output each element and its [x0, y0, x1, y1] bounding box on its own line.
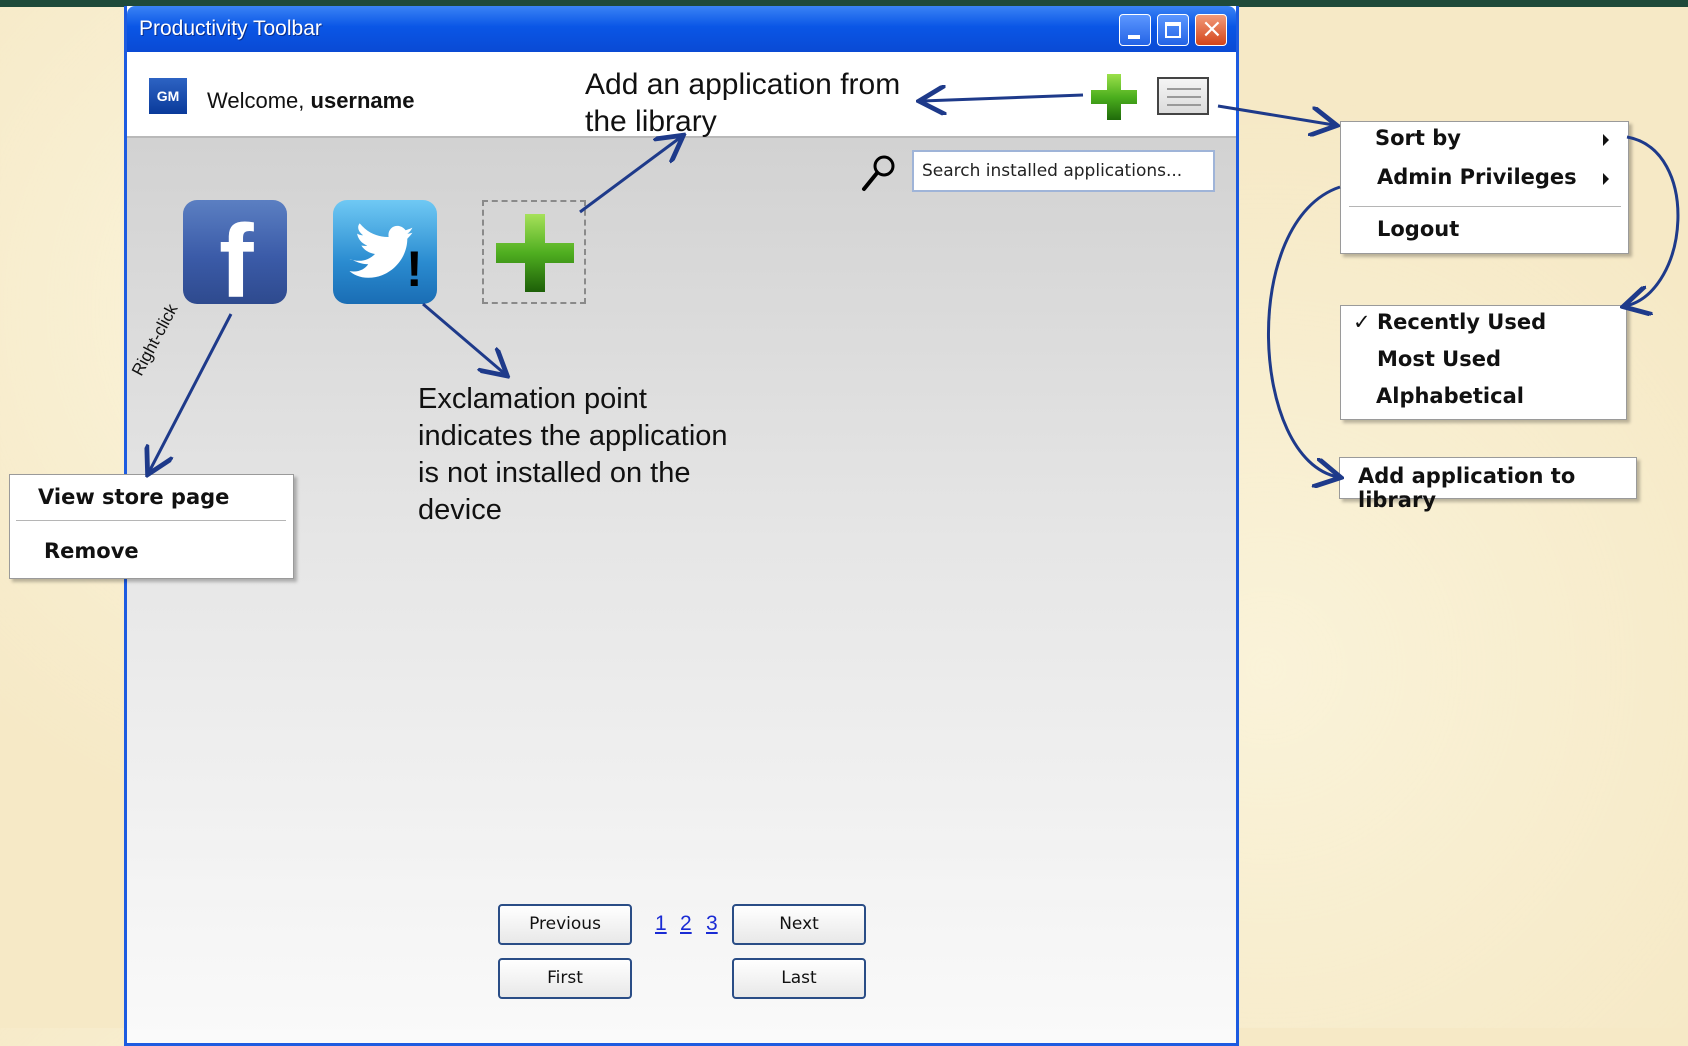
add-application-to-library-item[interactable]: Add application to library [1358, 464, 1636, 512]
facebook-app-icon[interactable]: f [183, 200, 287, 304]
menu-line-icon [1167, 88, 1201, 90]
hamburger-menu-button[interactable] [1157, 77, 1209, 115]
recently-used-item[interactable]: Recently Used [1377, 310, 1546, 334]
title-bar[interactable]: Productivity Toolbar × [127, 6, 1236, 52]
close-icon: × [1201, 14, 1223, 44]
menu-line-icon [1167, 96, 1201, 98]
sort-submenu: ✓ Recently Used Most Used Alphabetical [1340, 305, 1627, 420]
annotation-line: Add an application from [585, 68, 901, 101]
username: username [310, 88, 415, 113]
welcome-prefix: Welcome, [207, 88, 311, 113]
checkmark-icon: ✓ [1353, 310, 1371, 334]
admin-submenu: Add application to library [1339, 457, 1637, 512]
submenu-arrow-icon [1603, 134, 1609, 146]
search-icon[interactable] [859, 153, 899, 193]
close-button[interactable]: × [1195, 14, 1227, 46]
page-link-1[interactable]: 1 [655, 912, 667, 936]
view-store-page-item[interactable]: View store page [38, 485, 229, 509]
add-plus-icon [496, 214, 574, 292]
annotation-line: Exclamation point [418, 383, 647, 415]
admin-privileges-item[interactable]: Admin Privileges [1377, 165, 1577, 189]
arrow-to-admin-submenu [1267, 185, 1340, 477]
first-button[interactable]: First [498, 958, 632, 999]
submenu-arrow-icon [1603, 173, 1609, 185]
most-used-item[interactable]: Most Used [1377, 347, 1501, 371]
menu-separator [16, 520, 286, 521]
app-context-menu: View store page Remove [9, 474, 294, 579]
annotation-line: the library [585, 105, 717, 138]
search-input[interactable] [912, 150, 1215, 192]
welcome-message: Welcome, username [207, 88, 414, 114]
next-button[interactable]: Next [732, 904, 866, 945]
logout-item[interactable]: Logout [1377, 217, 1459, 241]
page-link-2[interactable]: 2 [680, 912, 692, 936]
arrow-to-sort-submenu [1626, 135, 1680, 306]
remove-item[interactable]: Remove [44, 539, 139, 563]
gm-logo: GM [149, 78, 187, 114]
add-app-tile[interactable] [482, 200, 586, 304]
alphabetical-item[interactable]: Alphabetical [1376, 384, 1524, 408]
previous-button[interactable]: Previous [498, 904, 632, 945]
maximize-icon [1165, 22, 1181, 38]
facebook-glyph: f [219, 204, 254, 304]
sort-by-item[interactable]: Sort by [1375, 126, 1461, 150]
maximize-button[interactable] [1157, 14, 1189, 46]
annotation-line: device [418, 494, 502, 526]
not-installed-badge: ! [406, 241, 423, 297]
add-app-annotation: Add an application from the library [585, 66, 900, 140]
main-dropdown-menu: Sort by Admin Privileges Logout [1340, 121, 1629, 254]
minimize-icon [1128, 35, 1140, 39]
app-grid-area: f ! Previous 1 2 3 Next First Last [127, 138, 1236, 1043]
annotation-line: is not installed on the [418, 457, 691, 489]
exclamation-annotation: Exclamation point indicates the applicat… [418, 381, 728, 529]
annotation-line: indicates the application [418, 420, 728, 452]
twitter-app-icon[interactable]: ! [333, 200, 437, 304]
add-application-icon[interactable] [1089, 72, 1139, 122]
window-title: Productivity Toolbar [139, 17, 322, 40]
menu-line-icon [1167, 104, 1201, 106]
page-link-3[interactable]: 3 [706, 912, 718, 936]
last-button[interactable]: Last [732, 958, 866, 999]
menu-separator [1349, 206, 1621, 207]
minimize-button[interactable] [1119, 14, 1151, 46]
